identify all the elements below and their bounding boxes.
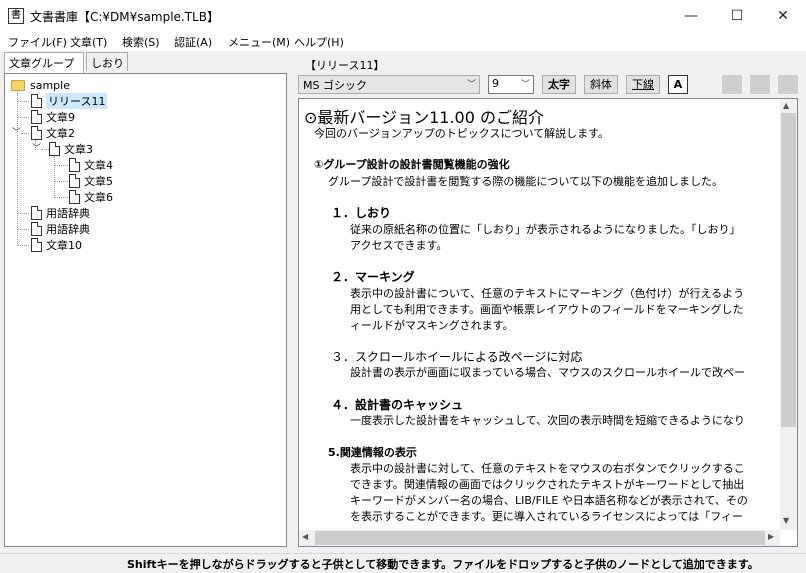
status-text: Shiftキーを押しながらドラッグすると子供として移動できます。ファイルをドロッ… — [127, 558, 759, 571]
font-size-select[interactable]: 9 ﹀ — [488, 75, 534, 94]
menu-help[interactable]: ヘルプ(H) — [294, 34, 344, 50]
text-color-button[interactable]: A — [668, 75, 688, 94]
section-1-body: グループ設計で設計書を閲覧する際の機能について以下の機能を追加しました。 — [328, 175, 724, 188]
item-5-text: を表示することができます。更に導入されているライセンスによっては「フィー — [350, 510, 744, 523]
toolbar-button-2[interactable] — [750, 75, 770, 94]
tree-item-label: 文章10 — [46, 239, 82, 252]
folder-icon — [11, 79, 25, 91]
toolbar-button-3[interactable] — [778, 75, 798, 94]
scroll-left-arrow-icon[interactable]: ◀ — [302, 532, 308, 541]
item-5-text: キーワードがメンバー名の場合、LIB/FILE や日本語名称などが表示されて、そ… — [350, 494, 748, 507]
chevron-down-icon: ﹀ — [466, 80, 476, 90]
tree-item-doc10[interactable]: 文章10 — [31, 237, 82, 253]
item-5-text: 表示中の設計書に対して、任意のテキストをマウスの右ボタンでクリックするこ — [350, 462, 745, 475]
tree-item-release11[interactable]: リリース11 — [31, 93, 108, 109]
underline-button[interactable]: 下線 — [626, 75, 660, 94]
document-icon — [31, 94, 42, 108]
item-5-text: できます。関連情報の画面ではクリックされたテキストがキーワードとして抽出 — [350, 478, 745, 491]
tree-item-doc2[interactable]: 文章2 — [31, 125, 75, 141]
tree-item-glossary-2[interactable]: 用語辞典 — [31, 221, 90, 237]
document-tab-label: 【リリース11】 — [305, 59, 385, 72]
font-family-value: MS ゴシック — [303, 79, 367, 92]
bold-button[interactable]: 太字 — [542, 75, 576, 94]
tree-item-doc9[interactable]: 文章9 — [31, 109, 75, 125]
scroll-down-arrow-icon[interactable]: ▼ — [783, 516, 789, 525]
circled-one-icon: ① — [314, 158, 324, 171]
tree-root-label: sample — [30, 78, 70, 92]
italic-button[interactable]: 斜体 — [584, 75, 618, 94]
tree-item-label: リリース11 — [46, 93, 108, 109]
tree-item-label: 文章6 — [84, 191, 113, 204]
tree-item-doc4[interactable]: 文章4 — [69, 157, 113, 173]
tree-item-label: 文章9 — [46, 111, 75, 124]
close-button[interactable]: ✕ — [760, 0, 806, 31]
vertical-scroll-thumb[interactable] — [781, 113, 796, 427]
tree-item-label: 文章4 — [84, 159, 113, 172]
font-size-value: 9 — [492, 77, 499, 90]
document-icon — [69, 174, 80, 188]
document-icon — [31, 206, 42, 220]
tree-item-label: 文章3 — [64, 143, 93, 156]
document-content[interactable]: ⊙最新バージョン11.00 のご紹介 今回のバージョンアップのトピックスについて… — [298, 98, 798, 547]
item-3-title: ３．スクロールホイールによる改ページに対応 — [331, 350, 583, 364]
item-2-text: 表示中の設計書について、任意のテキストにマーキング（色付け）が行えるよう — [350, 287, 745, 300]
section-1-title: ①グループ設計の設計書閲覧機能の強化 — [314, 156, 510, 172]
font-family-select[interactable]: MS ゴシック ﹀ — [298, 75, 480, 94]
tree-item-glossary-1[interactable]: 用語辞典 — [31, 205, 90, 221]
tab-bookmarks[interactable]: しおり — [86, 52, 128, 71]
section-1-title-text: グループ設計の設計書閲覧機能の強化 — [323, 158, 510, 171]
menu-search[interactable]: 検索(S) — [122, 34, 160, 50]
item-2-text: 用としても利用できます。画面や帳票レイアウトのフィールドをマーキングした — [350, 303, 744, 316]
document-icon — [31, 222, 42, 236]
item-4-title: ４．設計書のキャッシュ — [331, 398, 464, 412]
item-1-title: １．しおり — [331, 206, 392, 220]
document-icon — [69, 158, 80, 172]
chevron-down-icon[interactable]: ﹀ — [32, 144, 42, 154]
tree-item-doc5[interactable]: 文章5 — [69, 173, 113, 189]
tree-item-label: 用語辞典 — [46, 223, 90, 236]
item-1-text: 従来の原紙名称の位置に「しおり」が表示されるようになりました。「しおり」 — [350, 223, 741, 236]
minimize-button[interactable]: — — [668, 0, 714, 31]
scroll-up-arrow-icon[interactable]: ▲ — [783, 101, 789, 110]
scroll-right-arrow-icon[interactable]: ▶ — [768, 532, 774, 541]
menu-text[interactable]: 文章(T) — [70, 34, 107, 50]
item-1-text: アクセスできます。 — [350, 239, 448, 252]
toolbar-button-1[interactable] — [722, 75, 742, 94]
menu-file[interactable]: ファイル(F) — [8, 34, 67, 50]
document-icon — [69, 190, 80, 204]
item-4-text: 一度表示した設計書をキャッシュして、次回の表示時間を短縮できるようになり — [350, 414, 745, 427]
document-icon — [31, 110, 42, 124]
tree-item-doc6[interactable]: 文章6 — [69, 189, 113, 205]
menu-auth[interactable]: 認証(A) — [174, 34, 212, 50]
window-title: 文書書庫【C:¥DM¥sample.TLB】 — [30, 10, 219, 24]
doc-intro: 今回のバージョンアップのトピックスについて解説します。 — [314, 127, 610, 140]
item-2-title: ２．マーキング — [331, 270, 415, 284]
document-icon — [31, 126, 42, 140]
chevron-down-icon[interactable]: ﹀ — [12, 128, 22, 138]
document-icon — [49, 142, 60, 156]
item-2-text: ィールドがマスキングされます。 — [350, 319, 514, 332]
app-icon[interactable]: 書 — [8, 8, 24, 24]
tree-item-label: 文章2 — [46, 127, 75, 140]
document-tree[interactable]: sample リリース11 文章9 ﹀ 文章2 ﹀ 文章3 文章4 文章5 文章… — [4, 73, 287, 547]
menu-bar: ファイル(F) 文章(T) 検索(S) 認証(A) メニュー(M) ヘルプ(H) — [0, 31, 806, 51]
tree-item-doc3[interactable]: 文章3 — [49, 141, 93, 157]
item-3-text: 設計書の表示が画面に収まっている場合、マウスのスクロールホイールで改ペー — [350, 366, 746, 379]
document-icon — [31, 238, 42, 252]
item-5-title: 5.関連情報の表示 — [328, 446, 417, 459]
tree-root[interactable]: sample — [11, 77, 70, 93]
tab-document-group[interactable]: 文章グループ — [4, 52, 84, 73]
tree-item-label: 用語辞典 — [46, 207, 90, 220]
chevron-down-icon: ﹀ — [520, 80, 530, 90]
tree-item-label: 文章5 — [84, 175, 113, 188]
horizontal-scroll-thumb[interactable] — [315, 531, 765, 545]
maximize-button[interactable]: ☐ — [714, 0, 760, 31]
menu-menu[interactable]: メニュー(M) — [228, 34, 290, 50]
